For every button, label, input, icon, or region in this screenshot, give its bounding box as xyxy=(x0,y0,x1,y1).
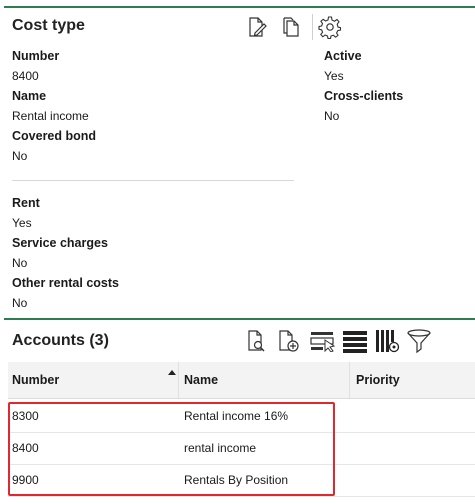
column-header-priority[interactable]: Priority xyxy=(352,362,475,398)
cell-number: 8400 xyxy=(12,441,39,455)
accounts-title: Accounts (3) xyxy=(12,332,109,349)
cell-priority xyxy=(352,400,356,432)
name-value: Rental income xyxy=(12,109,89,123)
other-rental-costs-label: Other rental costs xyxy=(12,276,119,290)
select-row-icon[interactable] xyxy=(310,328,336,354)
search-document-icon[interactable] xyxy=(244,328,270,354)
cell-priority xyxy=(352,464,356,496)
cross-clients-label: Cross-clients xyxy=(324,89,404,103)
cost-type-panel: Cost type Number 8400 Name Rental income… xyxy=(4,6,475,316)
table-row[interactable]: 8400 rental income xyxy=(8,432,475,465)
cell-name: Rental income 16% xyxy=(184,409,289,423)
column-settings-icon[interactable] xyxy=(374,328,400,354)
accounts-toolbar xyxy=(244,328,432,354)
cell-priority xyxy=(352,432,356,464)
filter-icon[interactable] xyxy=(406,328,432,354)
sort-ascending-icon xyxy=(168,370,176,375)
cell-name: Rentals By Position xyxy=(184,473,289,487)
rent-label: Rent xyxy=(12,196,40,210)
table-row[interactable]: 9900 Rentals By Position xyxy=(8,464,475,497)
column-header-number[interactable]: Number xyxy=(8,362,178,398)
section-divider xyxy=(12,180,294,181)
table-header: Number Name Priority xyxy=(8,362,475,399)
cell-number: 9900 xyxy=(12,473,39,487)
rent-value: Yes xyxy=(12,216,32,230)
gear-icon[interactable] xyxy=(317,14,343,40)
covered-bond-value: No xyxy=(12,149,28,163)
column-divider[interactable] xyxy=(349,362,350,398)
service-charges-value: No xyxy=(12,256,28,270)
column-header-name[interactable]: Name xyxy=(180,362,348,398)
cross-clients-value: No xyxy=(324,109,340,123)
column-header-priority-label: Priority xyxy=(356,373,400,387)
cost-type-toolbar xyxy=(244,14,343,40)
cell-name: rental income xyxy=(184,441,257,455)
add-document-icon[interactable] xyxy=(276,328,302,354)
other-rental-costs-value: No xyxy=(12,296,28,310)
list-view-icon[interactable] xyxy=(342,328,368,354)
column-header-name-label: Name xyxy=(184,373,219,387)
column-divider[interactable] xyxy=(178,362,179,398)
service-charges-label: Service charges xyxy=(12,236,108,250)
number-value: 8400 xyxy=(12,69,39,83)
name-label: Name xyxy=(12,89,47,103)
copy-document-icon[interactable] xyxy=(278,14,304,40)
accounts-panel: Accounts (3) Number Name Priority 8300 R… xyxy=(4,318,475,504)
active-label: Active xyxy=(324,49,362,63)
toolbar-separator xyxy=(312,14,313,40)
covered-bond-label: Covered bond xyxy=(12,129,97,143)
number-label: Number xyxy=(12,49,60,63)
cost-type-title: Cost type xyxy=(12,17,85,34)
active-value: Yes xyxy=(324,69,344,83)
cell-number: 8300 xyxy=(12,409,39,423)
edit-document-icon[interactable] xyxy=(244,14,270,40)
column-header-number-label: Number xyxy=(12,373,60,387)
table-row[interactable]: 8300 Rental income 16% xyxy=(8,400,475,433)
